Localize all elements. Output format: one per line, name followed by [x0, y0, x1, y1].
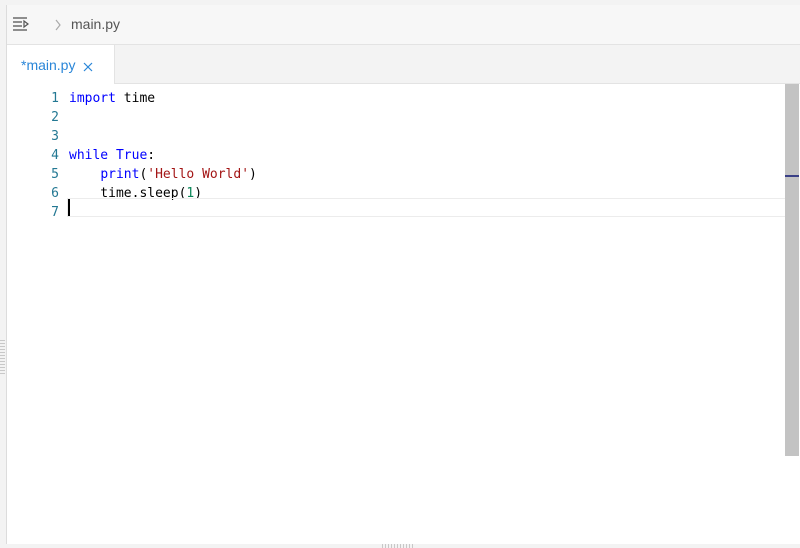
app-frame: main.py *main.py 1 2 3 4 5 6 7 import time whil… [0, 0, 800, 548]
tab-label[interactable]: *main.py [21, 57, 75, 73]
line-number: 1 [51, 91, 59, 106]
menu-arrow-icon[interactable] [12, 16, 30, 32]
code-token: import [69, 91, 116, 106]
code-editor[interactable]: 1 2 3 4 5 6 7 import time while True: print('He… [7, 84, 800, 544]
code-token: True [115, 148, 148, 163]
line-number: 2 [51, 110, 59, 125]
code-token: ) [249, 167, 257, 182]
chevron-right-icon [54, 18, 62, 31]
current-line-highlight [67, 198, 786, 217]
editor-panel: main.py *main.py 1 2 3 4 5 6 7 import time whil… [6, 5, 800, 544]
line-number: 6 [51, 186, 59, 201]
code-line[interactable]: import time [69, 89, 155, 108]
line-number: 3 [51, 129, 59, 144]
tab-bar: *main.py [7, 45, 800, 84]
text-cursor [68, 199, 70, 216]
code-line[interactable]: print('Hello World') [69, 165, 257, 184]
bottom-resize-handle[interactable] [382, 544, 414, 548]
code-token: time [115, 91, 156, 106]
code-token: 'Hello World' [147, 167, 250, 182]
line-number: 5 [51, 167, 59, 182]
vertical-scrollbar[interactable] [785, 84, 799, 456]
breadcrumb-file[interactable]: main.py [71, 15, 120, 33]
line-number: 7 [51, 205, 59, 220]
line-number: 4 [51, 148, 59, 163]
breadcrumb-bar: main.py [7, 5, 800, 45]
code-token: while [69, 148, 109, 163]
tab-main-py[interactable]: *main.py [7, 45, 115, 84]
left-resize-handle[interactable] [0, 340, 5, 376]
code-token: print [100, 167, 140, 182]
scrollbar-cursor-marker [785, 175, 799, 177]
code-token: : [147, 148, 156, 163]
code-line[interactable]: while True: [69, 146, 155, 165]
close-icon[interactable] [83, 59, 93, 72]
line-number-gutter: 1 2 3 4 5 6 7 [7, 84, 63, 544]
